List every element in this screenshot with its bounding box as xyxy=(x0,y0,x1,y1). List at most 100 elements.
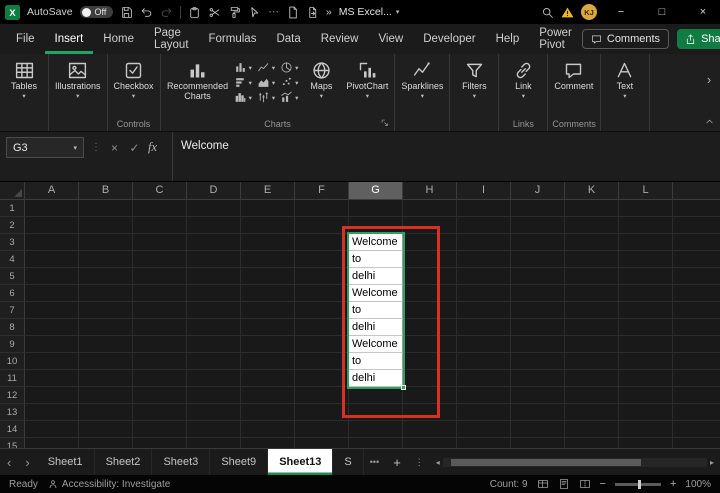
cell-D6[interactable] xyxy=(187,285,241,302)
ribbon-tab-home[interactable]: Home xyxy=(93,24,144,54)
cell-J14[interactable] xyxy=(511,421,565,438)
cell-K13[interactable] xyxy=(565,404,619,421)
row-header-7[interactable]: 7 xyxy=(0,302,25,319)
cell-B8[interactable] xyxy=(79,319,133,336)
cell-A12[interactable] xyxy=(25,387,79,404)
ribbon-tab-view[interactable]: View xyxy=(368,24,413,54)
cell-G1[interactable] xyxy=(349,200,403,217)
cell-J15[interactable] xyxy=(511,438,565,448)
redo-icon[interactable] xyxy=(160,6,173,19)
cell-J13[interactable] xyxy=(511,404,565,421)
column-chart-button[interactable]: ▾ xyxy=(234,61,252,74)
cell-G7[interactable]: to xyxy=(349,302,403,319)
cell-C11[interactable] xyxy=(133,370,187,387)
column-header-F[interactable]: F xyxy=(295,182,349,199)
zoom-slider-thumb[interactable] xyxy=(638,480,641,489)
cell-H1[interactable] xyxy=(403,200,457,217)
cell-F1[interactable] xyxy=(295,200,349,217)
row-header-3[interactable]: 3 xyxy=(0,234,25,251)
view-page-layout-icon[interactable] xyxy=(558,478,570,490)
sheet-tab-sheet3[interactable]: Sheet3 xyxy=(152,449,210,475)
cell-C8[interactable] xyxy=(133,319,187,336)
document-icon[interactable] xyxy=(286,6,299,19)
cell-H15[interactable] xyxy=(403,438,457,448)
row-header-5[interactable]: 5 xyxy=(0,268,25,285)
cell-B4[interactable] xyxy=(79,251,133,268)
row-header-14[interactable]: 14 xyxy=(0,421,25,438)
cell-L9[interactable] xyxy=(619,336,673,353)
row-header-12[interactable]: 12 xyxy=(0,387,25,404)
cell-C7[interactable] xyxy=(133,302,187,319)
column-header-D[interactable]: D xyxy=(187,182,241,199)
enter-icon[interactable]: ✓ xyxy=(128,141,141,155)
cell-J1[interactable] xyxy=(511,200,565,217)
cell-L13[interactable] xyxy=(619,404,673,421)
row-header-6[interactable]: 6 xyxy=(0,285,25,302)
cell-E6[interactable] xyxy=(241,285,295,302)
cell-A13[interactable] xyxy=(25,404,79,421)
name-box[interactable]: G3 ▾ xyxy=(6,137,84,158)
cell-I2[interactable] xyxy=(457,217,511,234)
cell-I4[interactable] xyxy=(457,251,511,268)
sheet-tab-sheet1[interactable]: Sheet1 xyxy=(37,449,95,475)
format-painter-icon[interactable] xyxy=(228,6,241,19)
column-header-J[interactable]: J xyxy=(511,182,565,199)
zoom-level[interactable]: 100% xyxy=(685,479,711,490)
tables-button[interactable]: Tables▾ xyxy=(4,57,44,100)
cell-B2[interactable] xyxy=(79,217,133,234)
cell-K11[interactable] xyxy=(565,370,619,387)
ribbon-tab-help[interactable]: Help xyxy=(486,24,530,54)
cell-B6[interactable] xyxy=(79,285,133,302)
cell-D3[interactable] xyxy=(187,234,241,251)
cell-D9[interactable] xyxy=(187,336,241,353)
cell-K6[interactable] xyxy=(565,285,619,302)
column-header-L[interactable]: L xyxy=(619,182,673,199)
cell-C13[interactable] xyxy=(133,404,187,421)
cell-J9[interactable] xyxy=(511,336,565,353)
cell-C12[interactable] xyxy=(133,387,187,404)
cell-B1[interactable] xyxy=(79,200,133,217)
scissors-icon[interactable] xyxy=(208,6,221,19)
cancel-icon[interactable]: × xyxy=(108,141,121,155)
cell-L12[interactable] xyxy=(619,387,673,404)
cell-J6[interactable] xyxy=(511,285,565,302)
cell-G9[interactable]: Welcome xyxy=(349,336,403,353)
cell-A7[interactable] xyxy=(25,302,79,319)
cell-E13[interactable] xyxy=(241,404,295,421)
cell-D4[interactable] xyxy=(187,251,241,268)
cell-D1[interactable] xyxy=(187,200,241,217)
text-button[interactable]: Text▾ xyxy=(605,57,645,100)
cell-C2[interactable] xyxy=(133,217,187,234)
horizontal-scrollbar[interactable]: ◂ ▸ xyxy=(430,458,720,467)
row-header-2[interactable]: 2 xyxy=(0,217,25,234)
add-sheet-button[interactable]: + xyxy=(385,455,409,470)
cell-C14[interactable] xyxy=(133,421,187,438)
cell-H12[interactable] xyxy=(403,387,457,404)
link-button[interactable]: Link▾ xyxy=(503,57,543,100)
cell-B5[interactable] xyxy=(79,268,133,285)
cell-F11[interactable] xyxy=(295,370,349,387)
cell-D2[interactable] xyxy=(187,217,241,234)
sheet-menu-button[interactable]: ⋮ xyxy=(409,457,430,468)
column-header-G[interactable]: G xyxy=(349,182,403,199)
scrollbar-track[interactable] xyxy=(443,458,707,467)
cell-G14[interactable] xyxy=(349,421,403,438)
formula-input[interactable]: Welcome xyxy=(181,140,229,152)
search-icon[interactable] xyxy=(541,6,554,19)
cell-A4[interactable] xyxy=(25,251,79,268)
ribbon-tab-review[interactable]: Review xyxy=(311,24,369,54)
cell-K2[interactable] xyxy=(565,217,619,234)
row-header-10[interactable]: 10 xyxy=(0,353,25,370)
sparklines-button[interactable]: Sparklines▾ xyxy=(399,57,445,100)
cell-F12[interactable] xyxy=(295,387,349,404)
cell-A6[interactable] xyxy=(25,285,79,302)
cell-K12[interactable] xyxy=(565,387,619,404)
cell-K1[interactable] xyxy=(565,200,619,217)
cell-E12[interactable] xyxy=(241,387,295,404)
cell-D7[interactable] xyxy=(187,302,241,319)
cell-I7[interactable] xyxy=(457,302,511,319)
cell-D15[interactable] xyxy=(187,438,241,448)
ribbon-tab-data[interactable]: Data xyxy=(266,24,310,54)
cell-F7[interactable] xyxy=(295,302,349,319)
ribbon-tab-power-pivot[interactable]: Power Pivot xyxy=(529,24,582,54)
